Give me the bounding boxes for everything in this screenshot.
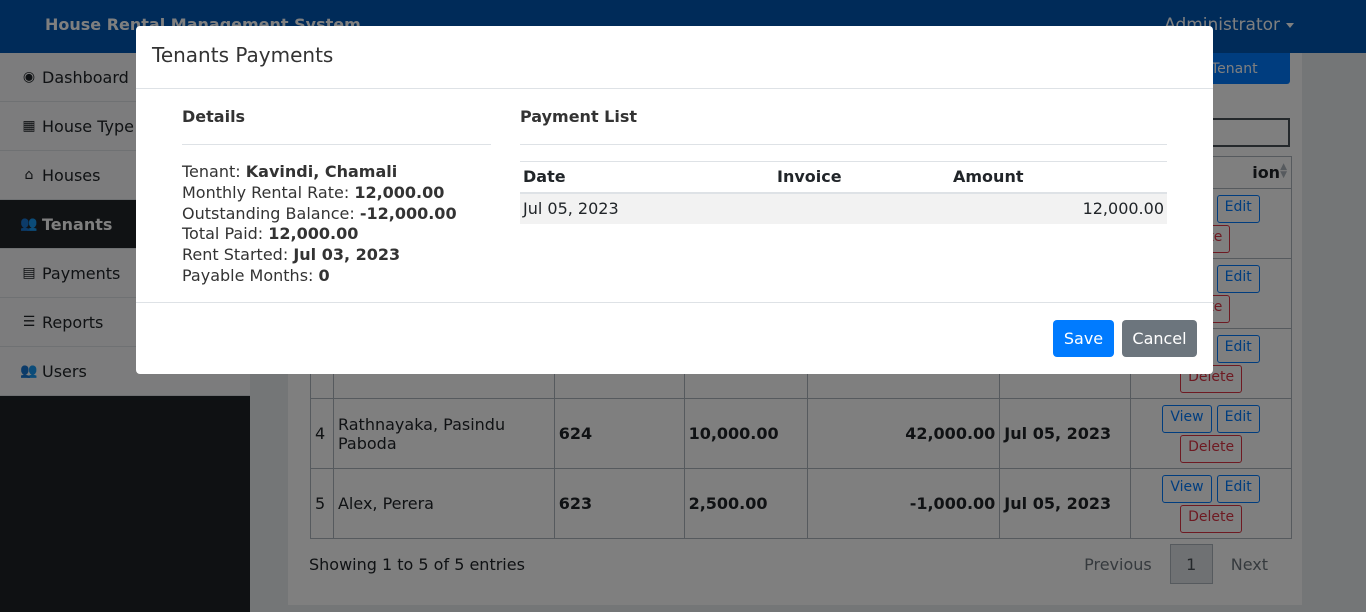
tenant-payments-modal: Tenants Payments Details Tenant: Kavindi… [136, 26, 1213, 374]
details-heading: Details [182, 107, 491, 145]
months-line: Payable Months: 0 [182, 265, 330, 285]
amount-column-header: Amount [950, 161, 1167, 194]
save-button[interactable]: Save [1053, 320, 1114, 357]
started-line: Rent Started: Jul 03, 2023 [182, 245, 401, 265]
modal-title: Tenants Payments [152, 43, 334, 67]
balance-value: -12,000.00 [359, 203, 457, 223]
rate-line: Monthly Rental Rate: 12,000.00 [182, 182, 445, 202]
months-value: 0 [318, 265, 330, 285]
details-section: Details Tenant: Kavindi, Chamali Monthly… [182, 107, 491, 287]
invoice-column-header: Invoice [774, 161, 950, 194]
modal-header: Tenants Payments [136, 26, 1213, 89]
payment-invoice [774, 192, 950, 224]
payment-table-header: Date Invoice Amount [520, 161, 1167, 194]
tenant-value: Kavindi, Chamali [245, 162, 398, 181]
modal-footer: Save Cancel [136, 303, 1213, 373]
paid-line: Total Paid: 12,000.00 [182, 224, 359, 244]
payment-list-heading: Payment List [520, 107, 1167, 145]
payment-row: Jul 05, 2023 12,000.00 [520, 192, 1167, 224]
cancel-button[interactable]: Cancel [1122, 320, 1197, 357]
started-value: Jul 03, 2023 [293, 245, 401, 265]
date-column-header: Date [520, 161, 774, 194]
payment-amount: 12,000.00 [950, 192, 1167, 224]
payment-list-section: Payment List Date Invoice Amount Jul 05,… [520, 107, 1167, 224]
paid-value: 12,000.00 [268, 224, 359, 244]
rate-value: 12,000.00 [354, 182, 445, 202]
balance-line: Outstanding Balance: -12,000.00 [182, 203, 457, 223]
tenant-line: Tenant: Kavindi, Chamali [182, 162, 398, 181]
modal-body: Details Tenant: Kavindi, Chamali Monthly… [136, 89, 1213, 303]
payment-date: Jul 05, 2023 [520, 192, 774, 224]
payment-table: Date Invoice Amount Jul 05, 2023 12,000.… [520, 161, 1167, 224]
